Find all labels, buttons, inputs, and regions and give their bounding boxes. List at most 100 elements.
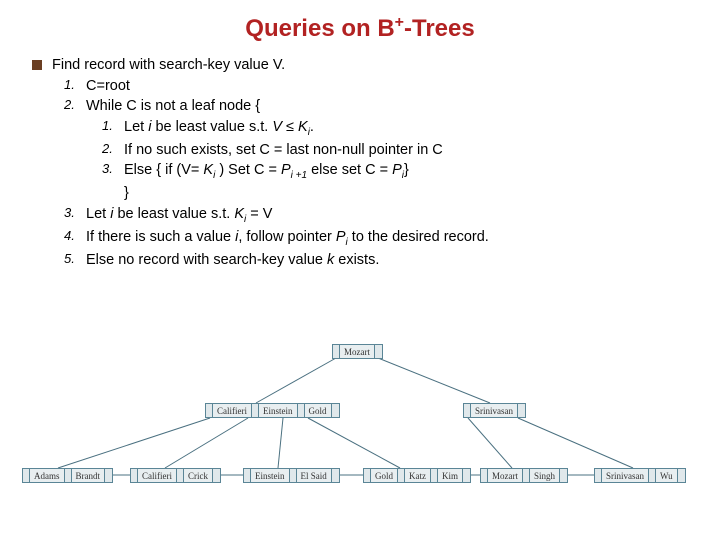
pointer-cell [364, 469, 371, 482]
step-5: 5. Else no record with search-key value … [32, 250, 702, 271]
key-cell: El Said [297, 469, 332, 482]
step-text: While C is not a leaf node { [86, 96, 260, 117]
pointer-cell [213, 469, 220, 482]
step-number: 2. [64, 96, 86, 117]
pointer-cell [177, 469, 184, 482]
step-text: } [124, 183, 129, 204]
subscript: i +1 [291, 170, 307, 181]
btree-node: Califieri Einstein Gold [205, 403, 340, 418]
pointer-cell [678, 469, 685, 482]
step-text: If there is such a value i, follow point… [86, 227, 489, 250]
key-cell: Gold [305, 404, 332, 417]
pointer-cell [298, 404, 305, 417]
btree-node: Adams Brandt [22, 468, 113, 483]
key-cell: Einstein [251, 469, 290, 482]
pointer-cell [464, 404, 471, 417]
pointer-cell [398, 469, 405, 482]
step-number: 5. [64, 250, 86, 271]
btree-node: MozartSingh [480, 468, 568, 483]
var: P [336, 229, 346, 245]
pointer-cell [595, 469, 602, 482]
key-cell: Mozart [488, 469, 523, 482]
step-number [102, 183, 124, 204]
step-text: Let i be least value s.t. Ki = V [86, 204, 272, 227]
txt: , follow pointer [238, 229, 336, 245]
step-text: Let i be least value s.t. V ≤ Ki. [124, 117, 314, 140]
var: K [234, 206, 244, 222]
step-text: If no such exists, set C = last non-null… [124, 140, 443, 161]
key-cell: Brandt [72, 469, 106, 482]
step-text: Else no record with search-key value k e… [86, 250, 379, 271]
step-1: 1. C=root [32, 76, 702, 97]
key-cell: Gold [371, 469, 398, 482]
step-number: 1. [102, 117, 124, 140]
close-brace: } [32, 183, 702, 204]
txt: Let [124, 119, 148, 135]
slide-title: Queries on B+-Trees [0, 0, 720, 43]
txt: else set C = [307, 162, 392, 178]
substep-1: 1. Let i be least value s.t. V ≤ Ki. [32, 117, 702, 140]
var: P [281, 162, 291, 178]
pointer-cell [290, 469, 297, 482]
slide-body: Find record with search-key value V. 1. … [0, 43, 720, 271]
btree-node: CalifieriCrick [130, 468, 221, 483]
step-number: 2. [102, 140, 124, 161]
var: P [392, 162, 402, 178]
pointer-cell [105, 469, 112, 482]
step-number: 1. [64, 76, 86, 97]
pointer-cell [375, 345, 382, 358]
step-3: 3. Let i be least value s.t. Ki = V [32, 204, 702, 227]
key-cell: Wu [656, 469, 678, 482]
btree-node: Srinivasan [463, 403, 526, 418]
pointer-cell [463, 469, 470, 482]
tree-edges [0, 330, 720, 530]
substep-3: 3. Else { if (V= Ki ) Set C = Pi +1 else… [32, 160, 702, 183]
txt: Let [86, 206, 110, 222]
step-text: Else { if (V= Ki ) Set C = Pi +1 else se… [124, 160, 409, 183]
pointer-cell [252, 404, 259, 417]
txt: Else { if (V= [124, 162, 203, 178]
txt: V ≤ K [272, 119, 307, 135]
pointer-cell [131, 469, 138, 482]
txt: ) Set C = [215, 162, 281, 178]
title-superscript: + [395, 14, 404, 31]
txt: to the desired record. [348, 229, 489, 245]
pointer-cell [560, 469, 567, 482]
txt: . [310, 119, 314, 135]
btree-node: Einstein El Said [243, 468, 340, 483]
txt: If there is such a value [86, 229, 235, 245]
pointer-cell [333, 345, 340, 358]
key-cell: Califieri [213, 404, 252, 417]
intro-text: Find record with search-key value V. [52, 55, 285, 76]
pointer-cell [244, 469, 251, 482]
key-cell: Adams [30, 469, 65, 482]
pointer-cell [332, 469, 339, 482]
key-cell: Srinivasan [602, 469, 649, 482]
step-4: 4. If there is such a value i, follow po… [32, 227, 702, 250]
pointer-cell [65, 469, 72, 482]
txt: be least value s.t. [151, 119, 272, 135]
txt: exists. [334, 252, 379, 268]
pointer-cell [649, 469, 656, 482]
step-number: 3. [102, 160, 124, 183]
txt: Else no record with search-key value [86, 252, 327, 268]
step-number: 3. [64, 204, 86, 227]
pointer-cell [332, 404, 339, 417]
pointer-cell [206, 404, 213, 417]
substep-2: 2. If no such exists, set C = last non-n… [32, 140, 702, 161]
btree-diagram: Mozart Califieri Einstein Gold Srinivasan A… [0, 330, 720, 530]
key-cell: Mozart [340, 345, 375, 358]
btree-node: Mozart [332, 344, 383, 359]
title-prefix: Queries on B [245, 15, 394, 42]
txt: be least value s.t. [113, 206, 234, 222]
btree-node: Srinivasan Wu [594, 468, 686, 483]
bullet-icon [32, 60, 42, 70]
pointer-cell [481, 469, 488, 482]
key-cell: Katz [405, 469, 431, 482]
step-2: 2. While C is not a leaf node { [32, 96, 702, 117]
key-cell: Srinivasan [471, 404, 518, 417]
step-text: C=root [86, 76, 130, 97]
key-cell: Califieri [138, 469, 177, 482]
pointer-cell [518, 404, 525, 417]
key-cell: Einstein [259, 404, 298, 417]
